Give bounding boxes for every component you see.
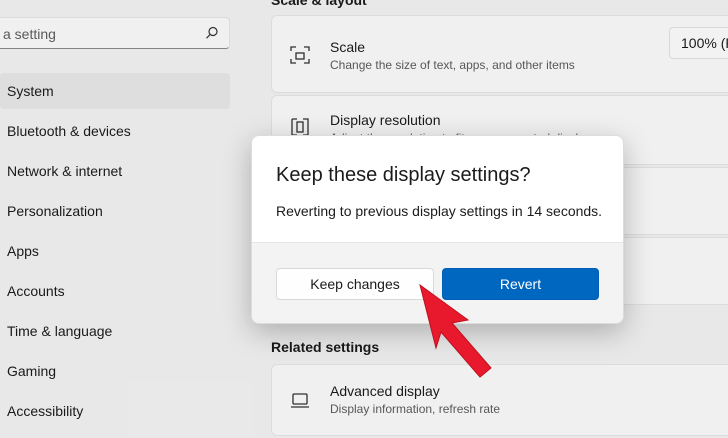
dialog-title: Keep these display settings?: [276, 164, 531, 186]
revert-button[interactable]: Revert: [442, 268, 599, 300]
dialog-footer: Keep changes Revert: [252, 242, 623, 323]
keep-display-settings-dialog: Keep these display settings? Reverting t…: [251, 135, 624, 324]
dialog-message: Reverting to previous display settings i…: [276, 203, 603, 219]
keep-changes-button[interactable]: Keep changes: [276, 268, 434, 300]
